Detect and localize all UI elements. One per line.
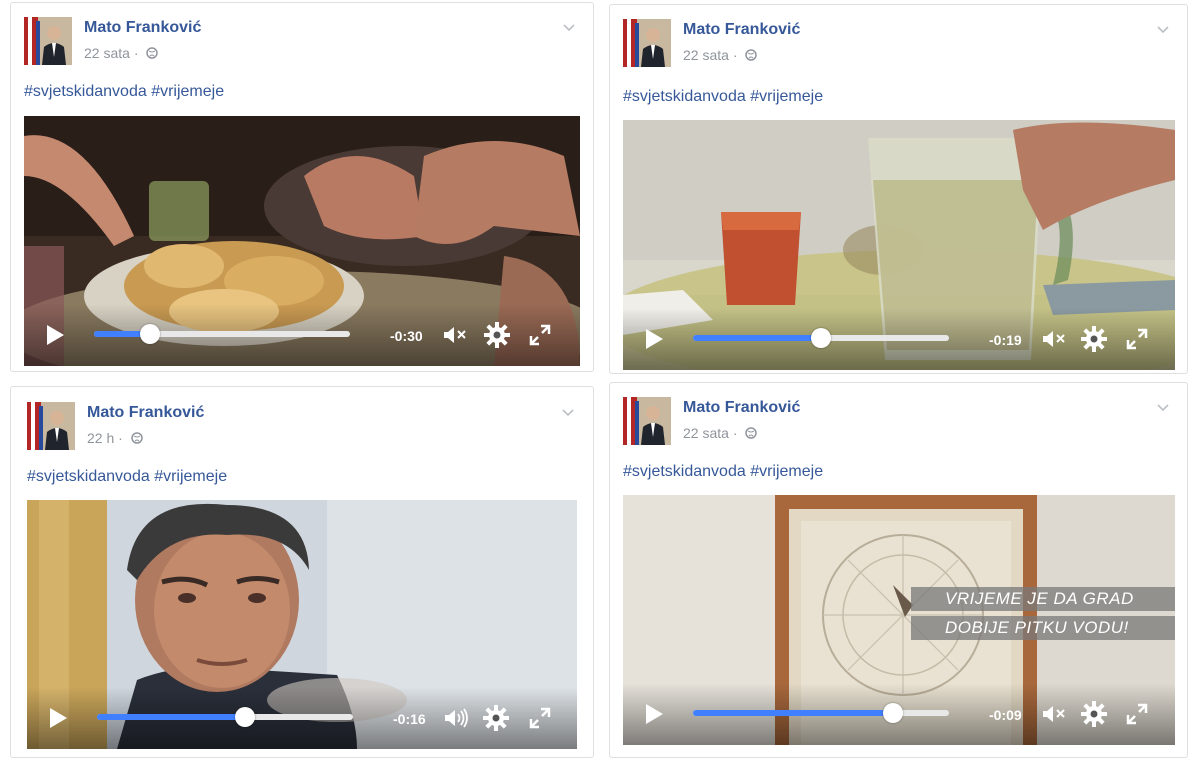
volume-icon[interactable] (443, 707, 469, 729)
post-hashtags[interactable]: #svjetskidanvoda #vrijemeje (24, 83, 224, 101)
meta-separator: · (732, 47, 738, 63)
video-controls: -0:30 (24, 304, 580, 366)
time-remaining: -0:19 (989, 332, 1022, 348)
time-remaining: -0:09 (989, 707, 1022, 723)
author-name[interactable]: Mato Franković (683, 399, 800, 417)
post-header: Mato Franković 22 h · (27, 402, 583, 454)
post-card-1: Mato Franković 22 sata · #svjetskidanvod… (10, 2, 594, 372)
time-remaining: -0:16 (393, 711, 426, 727)
meta-separator: · (732, 425, 738, 441)
post-header: Mato Franković 22 sata · (24, 17, 584, 69)
post-meta: 22 sata · (683, 47, 758, 64)
play-icon[interactable] (44, 323, 66, 347)
video-player[interactable]: -0:30 (24, 116, 580, 366)
post-time[interactable]: 22 sata (683, 47, 729, 63)
chevron-down-icon[interactable] (562, 21, 576, 35)
video-caption-line-1: VRIJEME JE DA GRAD (911, 587, 1175, 611)
chevron-down-icon[interactable] (1156, 23, 1170, 37)
progress-bar[interactable] (693, 328, 949, 348)
post-time[interactable]: 22 sata (683, 425, 729, 441)
progress-handle[interactable] (811, 328, 831, 348)
progress-fill (693, 710, 893, 716)
time-remaining: -0:30 (390, 328, 423, 344)
post-header: Mato Franković 22 sata · (623, 19, 1178, 71)
play-icon[interactable] (643, 327, 665, 351)
avatar[interactable] (623, 397, 671, 445)
post-card-4: Mato Franković 22 sata · #svjetskidanvod… (609, 382, 1188, 758)
post-hashtags[interactable]: #svjetskidanvoda #vrijemeje (27, 468, 227, 486)
progress-handle[interactable] (235, 707, 256, 727)
fullscreen-icon[interactable] (1126, 703, 1148, 725)
globe-icon (745, 426, 758, 442)
progress-handle[interactable] (140, 324, 161, 344)
avatar[interactable] (27, 402, 75, 450)
video-player[interactable]: VRIJEME JE DA GRAD DOBIJE PITKU VODU! -0… (623, 495, 1175, 745)
meta-separator: · (133, 45, 139, 61)
video-controls: -0:19 (623, 308, 1175, 370)
avatar[interactable] (623, 19, 671, 67)
chevron-down-icon[interactable] (561, 406, 575, 420)
video-player[interactable]: -0:19 (623, 120, 1175, 370)
progress-fill (97, 714, 246, 720)
author-name[interactable]: Mato Franković (84, 19, 201, 37)
gear-icon[interactable] (483, 321, 511, 349)
meta-separator: · (118, 430, 123, 446)
globe-icon (130, 431, 143, 447)
post-meta: 22 sata · (84, 45, 159, 62)
author-name[interactable]: Mato Franković (87, 404, 204, 422)
play-icon[interactable] (47, 706, 69, 730)
volume-muted-icon[interactable] (1041, 328, 1067, 350)
post-card-3: Mato Franković 22 h · #svjetskidanvoda #… (10, 386, 594, 758)
fullscreen-icon[interactable] (529, 324, 551, 346)
post-hashtags[interactable]: #svjetskidanvoda #vrijemeje (623, 88, 823, 106)
play-icon[interactable] (643, 702, 665, 726)
author-name[interactable]: Mato Franković (683, 21, 800, 39)
video-controls: -0:09 (623, 683, 1175, 745)
gear-icon[interactable] (482, 704, 510, 732)
fullscreen-icon[interactable] (529, 707, 551, 729)
post-hashtags[interactable]: #svjetskidanvoda #vrijemeje (623, 463, 823, 481)
volume-muted-icon[interactable] (1041, 703, 1067, 725)
avatar[interactable] (24, 17, 72, 65)
post-meta: 22 h · (87, 430, 143, 447)
progress-bar[interactable] (94, 324, 350, 344)
gear-icon[interactable] (1080, 700, 1108, 728)
video-controls: -0:16 (27, 687, 577, 749)
globe-icon (745, 48, 758, 64)
gear-icon[interactable] (1080, 325, 1108, 353)
post-time[interactable]: 22 h (87, 430, 114, 446)
globe-icon (146, 46, 159, 62)
post-header: Mato Franković 22 sata · (623, 397, 1178, 449)
progress-bar[interactable] (693, 703, 949, 723)
post-meta: 22 sata · (683, 425, 758, 442)
video-caption-line-2: DOBIJE PITKU VODU! (911, 616, 1175, 640)
progress-bar[interactable] (97, 707, 353, 727)
video-player[interactable]: -0:16 (27, 500, 577, 749)
volume-muted-icon[interactable] (442, 324, 468, 346)
progress-handle[interactable] (882, 703, 903, 723)
chevron-down-icon[interactable] (1156, 401, 1170, 415)
fullscreen-icon[interactable] (1126, 328, 1148, 350)
post-card-2: Mato Franković 22 sata · #svjetskidanvod… (609, 4, 1188, 374)
progress-fill (693, 335, 821, 341)
post-time[interactable]: 22 sata (84, 45, 130, 61)
